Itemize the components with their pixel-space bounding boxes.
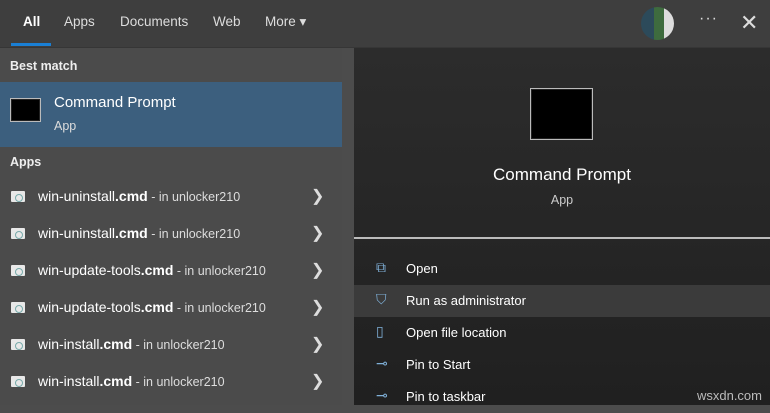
chevron-right-icon[interactable]: ❯ [311,260,324,280]
chevron-right-icon[interactable]: ❯ [311,371,324,391]
app-result-item[interactable]: win-uninstall.cmd - in unlocker210 ❯ [0,179,342,216]
action-label: Run as administrator [406,293,526,308]
file-location: - in unlocker210 [132,338,225,352]
file-ext: .cmd [99,373,133,389]
best-match-header: Best match [10,59,78,73]
file-ext: .cmd [140,262,174,278]
best-match-subtitle: App [54,119,77,133]
cmd-file-icon [11,302,25,313]
action-label: Pin to taskbar [406,389,486,404]
result-label: win-install.cmd - in unlocker210 [38,336,225,352]
pin-icon: ⊸ [376,355,388,371]
action-open[interactable]: ⧉ Open [354,253,770,285]
file-location: - in unlocker210 [147,227,241,241]
result-label: win-update-tools.cmd - in unlocker210 [38,299,266,315]
result-label: win-install.cmd - in unlocker210 [38,373,225,389]
shield-icon: ⛉ [376,291,387,307]
file-ext: .cmd [115,188,148,204]
best-match-title: Command Prompt [54,94,176,111]
open-icon: ⧉ [376,259,386,275]
file-location: - in unlocker210 [173,301,266,315]
action-pin-to-start[interactable]: ⊸ Pin to Start [354,349,770,381]
result-label: win-update-tools.cmd - in unlocker210 [38,262,266,278]
close-icon[interactable]: ✕ [740,10,758,36]
cmd-file-icon [11,376,25,387]
tab-documents[interactable]: Documents [120,14,188,29]
avatar[interactable] [641,7,674,40]
result-label: win-uninstall.cmd - in unlocker210 [38,188,240,204]
detail-panel: Command Prompt App ⧉ Open ⛉ Run as administ… [354,48,770,405]
detail-title: Command Prompt [493,165,631,184]
command-prompt-large-icon [530,88,593,140]
action-run-as-administrator[interactable]: ⛉ Run as administrator [354,285,770,317]
app-result-item[interactable]: win-uninstall.cmd - in unlocker210 ❯ [0,216,342,253]
tab-web[interactable]: Web [213,14,241,29]
active-tab-indicator [11,43,51,46]
action-label: Open file location [406,325,507,340]
results-panel: Best match Command Prompt App Apps win-u… [0,48,342,405]
watermark: wsxdn.com [696,388,762,403]
file-name: win-uninstall [38,225,116,241]
apps-header: Apps [10,155,42,169]
file-ext: .cmd [99,336,133,352]
file-name: win-install [38,336,100,352]
divider [354,237,770,239]
action-open-file-location[interactable]: ▯ Open file location [354,317,770,349]
top-bar: All Apps Documents Web More ▾ ··· ✕ [0,0,770,48]
detail-subtitle: App [550,193,574,207]
app-result-item[interactable]: win-update-tools.cmd - in unlocker210 ❯ [0,253,342,290]
command-prompt-icon [10,98,41,122]
folder-icon: ▯ [376,323,384,339]
file-location: - in unlocker210 [147,190,241,204]
app-result-item[interactable]: win-install.cmd - in unlocker210 ❯ [0,364,342,401]
file-ext: .cmd [115,225,148,241]
file-name: win-update-tools [38,299,141,315]
more-options-icon[interactable]: ··· [699,10,718,28]
action-label: Open [406,261,438,276]
tab-apps[interactable]: Apps [64,14,95,29]
action-label: Pin to Start [406,357,471,372]
cmd-file-icon [11,228,25,239]
tab-all[interactable]: All [23,14,40,29]
file-location: - in unlocker210 [132,375,225,389]
file-name: win-uninstall [38,188,116,204]
best-match-item[interactable]: Command Prompt App [0,82,342,147]
file-ext: .cmd [140,299,174,315]
chevron-right-icon[interactable]: ❯ [311,223,324,243]
cmd-file-icon [11,191,25,202]
chevron-right-icon[interactable]: ❯ [311,186,324,206]
cmd-file-icon [11,265,25,276]
file-name: win-install [38,373,100,389]
file-location: - in unlocker210 [173,264,266,278]
tab-more[interactable]: More ▾ [265,14,306,30]
app-result-item[interactable]: win-install.cmd - in unlocker210 ❯ [0,327,342,364]
cmd-file-icon [11,339,25,350]
app-result-item[interactable]: win-update-tools.cmd - in unlocker210 ❯ [0,290,342,327]
chevron-right-icon[interactable]: ❯ [311,297,324,317]
file-name: win-update-tools [38,262,141,278]
chevron-right-icon[interactable]: ❯ [311,334,324,354]
pin-icon: ⊸ [376,387,388,403]
result-label: win-uninstall.cmd - in unlocker210 [38,225,240,241]
